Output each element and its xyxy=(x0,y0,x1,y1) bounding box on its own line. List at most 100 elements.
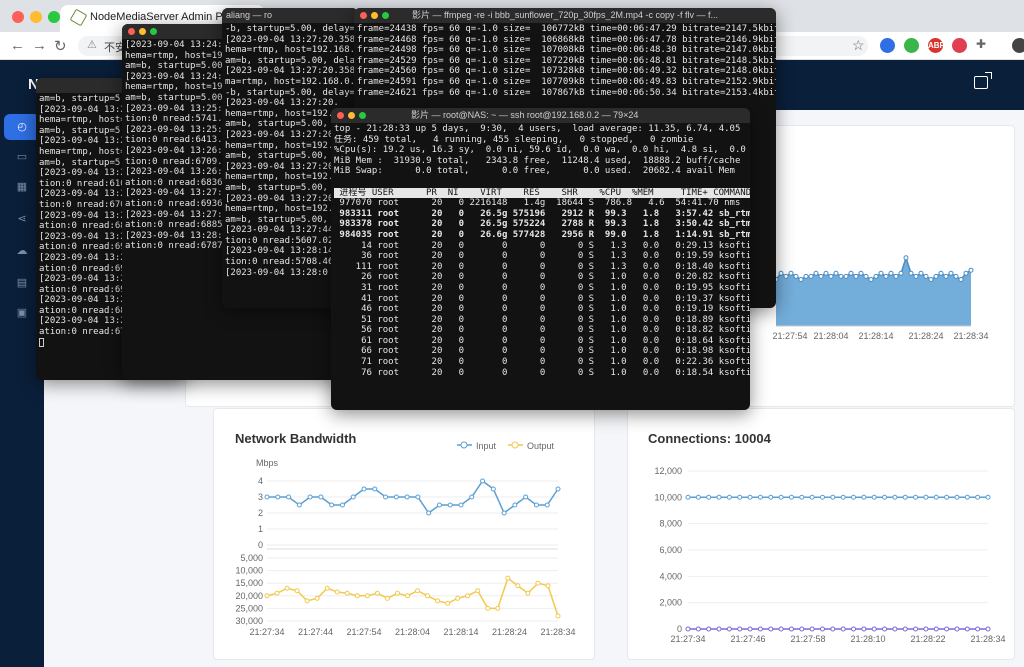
input-series-line-point xyxy=(480,478,486,484)
minimize-window-button[interactable] xyxy=(30,11,42,23)
sidebar-item-dashboard[interactable]: ◴ xyxy=(4,114,40,140)
connections-series-line-point xyxy=(861,626,867,632)
terminal-titlebar[interactable]: 影片 — root@NAS: ~ — ssh root@192.168.0.2 … xyxy=(331,108,750,123)
back-icon[interactable]: ← xyxy=(10,37,25,54)
connections-series-line-point xyxy=(695,494,701,500)
terminal-title: 影片 — ffmpeg -re -i bbb_sunflower_720p_30… xyxy=(412,10,718,20)
zoom-window-button[interactable] xyxy=(359,112,366,119)
video-icon: ▭ xyxy=(16,151,28,163)
connections-series-line-point xyxy=(944,626,950,632)
y-tick-label: 0 xyxy=(258,540,263,550)
minimize-window-button[interactable] xyxy=(371,12,378,19)
connections-series-line-point xyxy=(975,494,981,500)
area-series-line-point xyxy=(863,273,869,279)
terminal-line: frame=24621 fps= 60 q=-1.0 size= 107867k… xyxy=(357,87,776,98)
area-series-line-point xyxy=(948,270,954,276)
area-series-line-point xyxy=(963,270,969,276)
pocket-extension-icon[interactable] xyxy=(952,38,967,53)
y-tick-label: 4 xyxy=(258,476,263,486)
x-tick-label: 21:28:04 xyxy=(395,627,430,637)
area-series-line-point xyxy=(838,273,844,279)
terminal-line: [2023-09-04 13:27:20.358] xyxy=(225,34,358,45)
connections-series-line-point xyxy=(706,494,712,500)
terminal-line: 51 root 20 0 0 0 0 S 1.0 0.0 0:18.89 kso… xyxy=(334,314,750,325)
x-tick-label: 21:27:44 xyxy=(298,627,333,637)
input-series-line-point xyxy=(318,494,324,500)
puzzle-icon[interactable]: ✚ xyxy=(976,37,986,51)
zoom-window-button[interactable] xyxy=(48,11,60,23)
profile-avatar[interactable] xyxy=(1012,38,1024,53)
terminal-line: frame=24498 fps= 60 q=-1.0 size= 107008k… xyxy=(357,45,776,56)
reload-icon[interactable]: ↻ xyxy=(54,37,67,55)
connections-series-line-point xyxy=(788,494,794,500)
area-series-line-point xyxy=(913,273,919,279)
output-series-line-point xyxy=(495,605,501,611)
x-tick-label: 21:28:24 xyxy=(492,627,527,637)
connections-card: Connections: 10004 0 2,000 4,000 6,000 8,000… xyxy=(627,408,1015,660)
output-series-line-point xyxy=(445,600,451,606)
connections-series-line-point xyxy=(809,494,815,500)
output-series-line-point xyxy=(294,588,300,594)
connections-series-line-point xyxy=(882,494,888,500)
connections-series-line-point xyxy=(954,494,960,500)
connections-series-line-point xyxy=(747,626,753,632)
area-series-line-point xyxy=(803,273,809,279)
x-tick-label: 21:27:58 xyxy=(790,634,825,644)
terminal-line: frame=24529 fps= 60 q=-1.0 size= 107220k… xyxy=(357,55,776,66)
terminal-titlebar[interactable]: 影片 — ffmpeg -re -i bbb_sunflower_720p_30… xyxy=(354,8,776,23)
connections-series-line-point xyxy=(944,494,950,500)
terminal-titlebar[interactable]: aliang — ro xyxy=(222,8,358,23)
bookmark-star-icon[interactable]: ☆ xyxy=(852,37,865,54)
terminal-window-top[interactable]: 影片 — root@NAS: ~ — ssh root@192.168.0.2 … xyxy=(331,108,750,410)
abp-extension-icon[interactable]: ABP xyxy=(928,38,945,53)
connections-series-line-point xyxy=(830,626,836,632)
minimize-window-button[interactable] xyxy=(348,112,355,119)
area-series-line-point xyxy=(823,270,829,276)
x-tick-label: 21:27:46 xyxy=(730,634,765,644)
output-series-line-point xyxy=(505,575,511,581)
y-tick-label: 20,000 xyxy=(235,591,263,601)
connections-series-line-point xyxy=(695,626,701,632)
connections-series-line-point xyxy=(871,626,877,632)
terminal-line: [2023-09-04 13:27:20.358] xyxy=(225,66,358,77)
terminal-line: 任务: 459 total, 4 running, 455 sleeping, … xyxy=(334,134,694,145)
connections-series-line-point xyxy=(861,494,867,500)
close-window-button[interactable] xyxy=(128,28,135,35)
area-series-line-point xyxy=(798,277,804,282)
zoom-window-button[interactable] xyxy=(150,28,157,35)
minimize-window-button[interactable] xyxy=(139,28,146,35)
sidebar-item-share[interactable]: ⋖ xyxy=(4,206,40,232)
extension-icon[interactable] xyxy=(904,38,919,53)
output-series-line-point xyxy=(515,583,521,589)
area-series-line-point xyxy=(893,273,899,279)
sidebar-item-apps[interactable]: ▦ xyxy=(4,174,40,200)
area-series-line-point xyxy=(843,273,849,279)
area-series-line-point xyxy=(868,277,874,282)
input-series-line-point xyxy=(296,502,302,508)
close-window-button[interactable] xyxy=(360,12,367,19)
grid-icon: ▦ xyxy=(16,181,28,193)
connections-series-line-point xyxy=(799,494,805,500)
zoom-window-button[interactable] xyxy=(382,12,389,19)
sidebar-item-cloud[interactable]: ☁ xyxy=(4,238,40,264)
close-window-button[interactable] xyxy=(12,11,24,23)
area-series-line-point xyxy=(968,267,974,273)
extension-icon[interactable] xyxy=(880,38,895,53)
sidebar-item-logs[interactable]: ▣ xyxy=(4,300,40,326)
area-series-line-point xyxy=(873,273,879,279)
area-series-line-point xyxy=(883,273,889,279)
terminal-line: frame=24468 fps= 60 q=-1.0 size= 106868k… xyxy=(357,34,776,45)
sidebar-item-streams[interactable]: ▭ xyxy=(4,144,40,170)
x-tick-label: 21:27:54 xyxy=(346,627,381,637)
connections-series-line-point xyxy=(706,626,712,632)
forward-icon[interactable]: → xyxy=(32,37,47,54)
image-add-icon[interactable] xyxy=(974,72,992,89)
sidebar-item-docs[interactable]: ▤ xyxy=(4,270,40,296)
close-window-button[interactable] xyxy=(337,112,344,119)
x-tick-label: 21:28:34 xyxy=(953,331,988,341)
output-series-line-point xyxy=(384,595,390,601)
output-series-line-point xyxy=(535,580,541,586)
cloud-icon: ☁ xyxy=(16,245,28,257)
terminal-line: -b, startup=5.00, delay=1 xyxy=(225,24,358,34)
connections-series-line-point xyxy=(757,494,763,500)
